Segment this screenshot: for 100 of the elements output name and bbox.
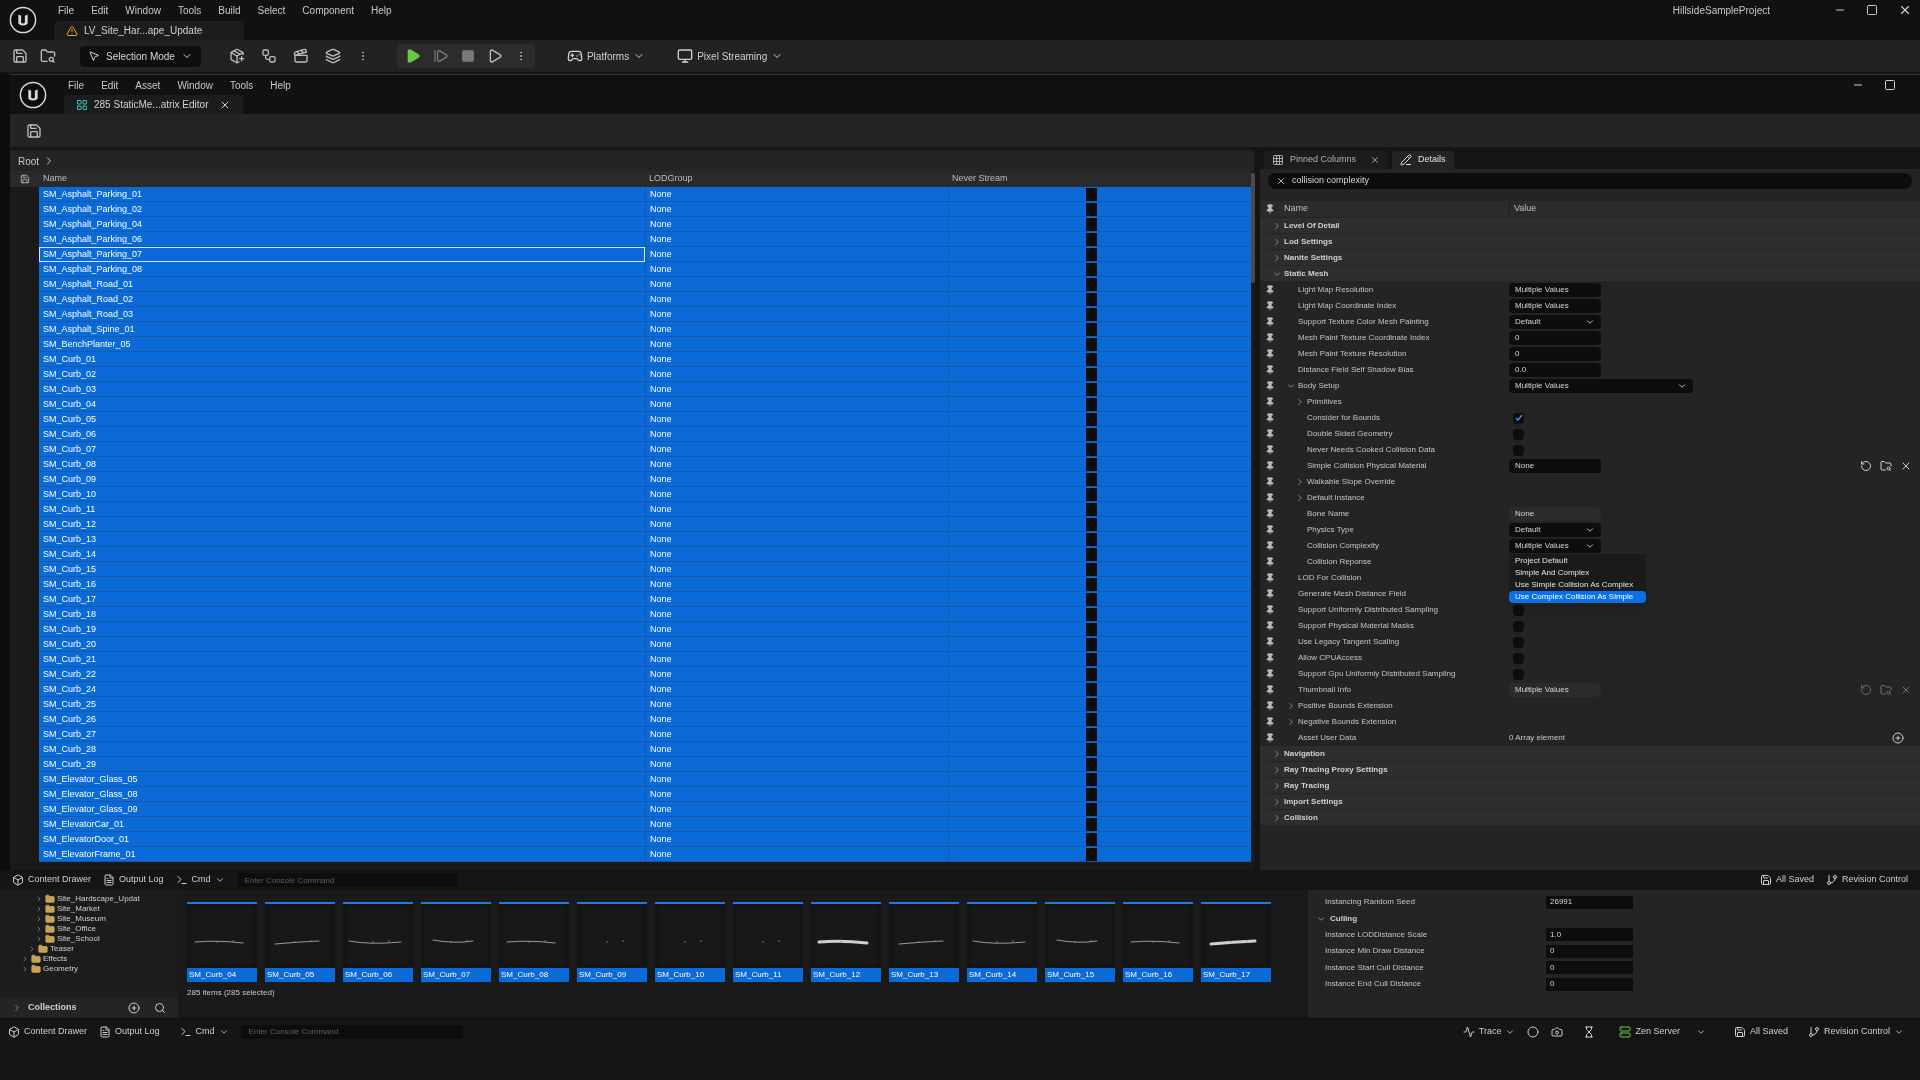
table-cell[interactable]: SM_Curb_13 xyxy=(39,532,645,547)
dropdown[interactable]: Multiple Values xyxy=(1509,379,1693,393)
checkbox[interactable] xyxy=(1086,712,1097,726)
checkbox[interactable] xyxy=(1086,457,1097,471)
maximize-icon[interactable] xyxy=(1884,79,1896,91)
table-cell[interactable]: SM_Curb_10 xyxy=(39,487,645,502)
camera-icon[interactable] xyxy=(1551,1025,1564,1038)
value-field[interactable]: None xyxy=(1509,459,1601,473)
pin-icon[interactable] xyxy=(1265,541,1275,551)
table-cell[interactable]: SM_Asphalt_Road_03 xyxy=(39,307,645,322)
value-field[interactable]: Multiple Values xyxy=(1509,283,1601,297)
menu-item[interactable]: File xyxy=(68,77,85,93)
table-cell[interactable]: SM_Curb_18 xyxy=(39,607,645,622)
menu-item[interactable]: Window xyxy=(125,2,161,18)
collections-label[interactable]: Collections xyxy=(28,1001,77,1015)
table-cell[interactable]: SM_Curb_06 xyxy=(39,427,645,442)
pin-icon[interactable] xyxy=(1265,397,1275,407)
table-cell[interactable]: SM_Curb_24 xyxy=(39,682,645,697)
menu-item[interactable]: Help xyxy=(270,77,291,93)
clear-icon[interactable] xyxy=(1276,176,1286,186)
checkbox[interactable] xyxy=(1086,187,1097,201)
checkbox[interactable] xyxy=(1086,307,1097,321)
revision-control-button[interactable]: Revision Control xyxy=(1825,873,1908,887)
all-saved-button[interactable]: All Saved xyxy=(1759,873,1814,887)
selection-mode-button[interactable]: Selection Mode xyxy=(80,45,201,67)
add-icon[interactable] xyxy=(1892,732,1904,744)
folder-label[interactable]: Teaser xyxy=(50,943,74,955)
clear-icon[interactable] xyxy=(1900,460,1912,472)
pin-icon[interactable] xyxy=(1265,733,1275,743)
folder-label[interactable]: Site_Market xyxy=(57,903,100,915)
table-cell[interactable]: SM_Asphalt_Parking_07 xyxy=(39,247,645,262)
checkbox[interactable] xyxy=(1086,802,1097,816)
save-icon[interactable] xyxy=(26,122,42,139)
table-cell[interactable]: SM_Curb_12 xyxy=(39,517,645,532)
category-label[interactable]: Static Mesh xyxy=(1284,267,1329,280)
cmd-dropdown[interactable]: Cmd xyxy=(175,873,225,887)
editor-tab[interactable]: 285 StaticMe...atrix Editor xyxy=(64,95,243,114)
pin-icon[interactable] xyxy=(1265,605,1275,615)
checkbox[interactable] xyxy=(1086,847,1097,861)
pin-icon[interactable] xyxy=(1265,653,1275,663)
checkbox[interactable] xyxy=(1086,427,1097,441)
pin-icon[interactable] xyxy=(1265,445,1275,455)
value-field[interactable]: 0 xyxy=(1509,347,1601,361)
level-tab[interactable]: LV_Site_Har...ape_Update xyxy=(54,21,244,40)
category-label[interactable]: Ray Tracing xyxy=(1284,779,1330,792)
zen-server-dropdown[interactable]: Zen Server xyxy=(1619,1024,1706,1039)
content-drawer-button[interactable]: Content Drawer xyxy=(8,1024,88,1039)
table-cell[interactable]: SM_Asphalt_Parking_04 xyxy=(39,217,645,232)
table-cell[interactable]: SM_Asphalt_Parking_02 xyxy=(39,202,645,217)
scrollbar[interactable] xyxy=(1251,173,1255,283)
hourglass-icon[interactable] xyxy=(1583,1025,1596,1038)
menu-item[interactable]: Tools xyxy=(229,77,254,93)
category-label[interactable]: Level Of Detail xyxy=(1284,219,1340,232)
table-cell[interactable]: SM_Elevator_Glass_05 xyxy=(39,772,645,787)
category-label[interactable]: Nanite Settings xyxy=(1284,251,1343,264)
pin-icon[interactable] xyxy=(1265,461,1275,471)
checkbox[interactable] xyxy=(1086,262,1097,276)
pin-icon[interactable] xyxy=(1265,701,1275,711)
value-field[interactable]: Multiple Values xyxy=(1509,299,1601,313)
checkbox[interactable] xyxy=(1086,442,1097,456)
menu-item[interactable]: File xyxy=(58,2,75,18)
menu-option[interactable]: Project Default xyxy=(1509,555,1646,567)
blueprint-icon[interactable] xyxy=(260,48,277,64)
menu-item[interactable]: Edit xyxy=(101,77,119,93)
asset-tile[interactable]: SM_Curb_04 xyxy=(187,902,257,982)
category-label[interactable]: Import Settings xyxy=(1284,795,1343,808)
folder-label[interactable]: Site_Museum xyxy=(57,913,106,925)
checkbox[interactable] xyxy=(1086,532,1097,546)
asset-tile[interactable]: SM_Curb_12 xyxy=(811,902,881,982)
table-cell[interactable]: SM_Curb_16 xyxy=(39,577,645,592)
menu-option[interactable]: Simple And Complex xyxy=(1509,567,1646,579)
checkbox[interactable] xyxy=(1086,622,1097,636)
output-log-tab[interactable]: Output Log xyxy=(103,873,164,887)
table-cell[interactable]: SM_Curb_19 xyxy=(39,622,645,637)
table-cell[interactable]: SM_Asphalt_Road_02 xyxy=(39,292,645,307)
column-header[interactable]: LODGroup xyxy=(645,172,948,186)
checkbox[interactable] xyxy=(1086,607,1097,621)
pin-icon[interactable] xyxy=(1265,557,1275,567)
close-icon[interactable] xyxy=(1370,155,1381,165)
save-icon[interactable] xyxy=(19,174,30,184)
menu-option[interactable]: Use Simple Collision As Complex xyxy=(1509,579,1646,591)
column-header[interactable]: Name xyxy=(39,172,645,186)
asset-tile[interactable]: SM_Curb_17 xyxy=(1201,902,1271,982)
pin-icon[interactable] xyxy=(1265,204,1275,214)
table-cell[interactable]: SM_Curb_09 xyxy=(39,472,645,487)
folder-label[interactable]: Site_Hardscape_Updat xyxy=(57,893,140,905)
table-cell[interactable]: SM_Asphalt_Parking_06 xyxy=(39,232,645,247)
checkbox[interactable] xyxy=(1086,742,1097,756)
table-cell[interactable]: SM_Asphalt_Spine_01 xyxy=(39,322,645,337)
checkbox[interactable] xyxy=(1086,547,1097,561)
value-field[interactable]: 1.0 xyxy=(1546,928,1633,942)
checkbox[interactable] xyxy=(1086,562,1097,576)
checkbox[interactable] xyxy=(1086,367,1097,381)
asset-tile[interactable]: SM_Curb_05 xyxy=(265,902,335,982)
record-icon[interactable] xyxy=(1527,1025,1540,1038)
all-saved-button[interactable]: All Saved xyxy=(1733,1024,1788,1039)
table-cell[interactable]: SM_ElevatorCar_01 xyxy=(39,817,645,832)
asset-tile[interactable]: SM_Curb_15 xyxy=(1045,902,1115,982)
output-log-button[interactable]: Output Log xyxy=(99,1024,160,1039)
checkbox[interactable] xyxy=(1513,620,1524,632)
